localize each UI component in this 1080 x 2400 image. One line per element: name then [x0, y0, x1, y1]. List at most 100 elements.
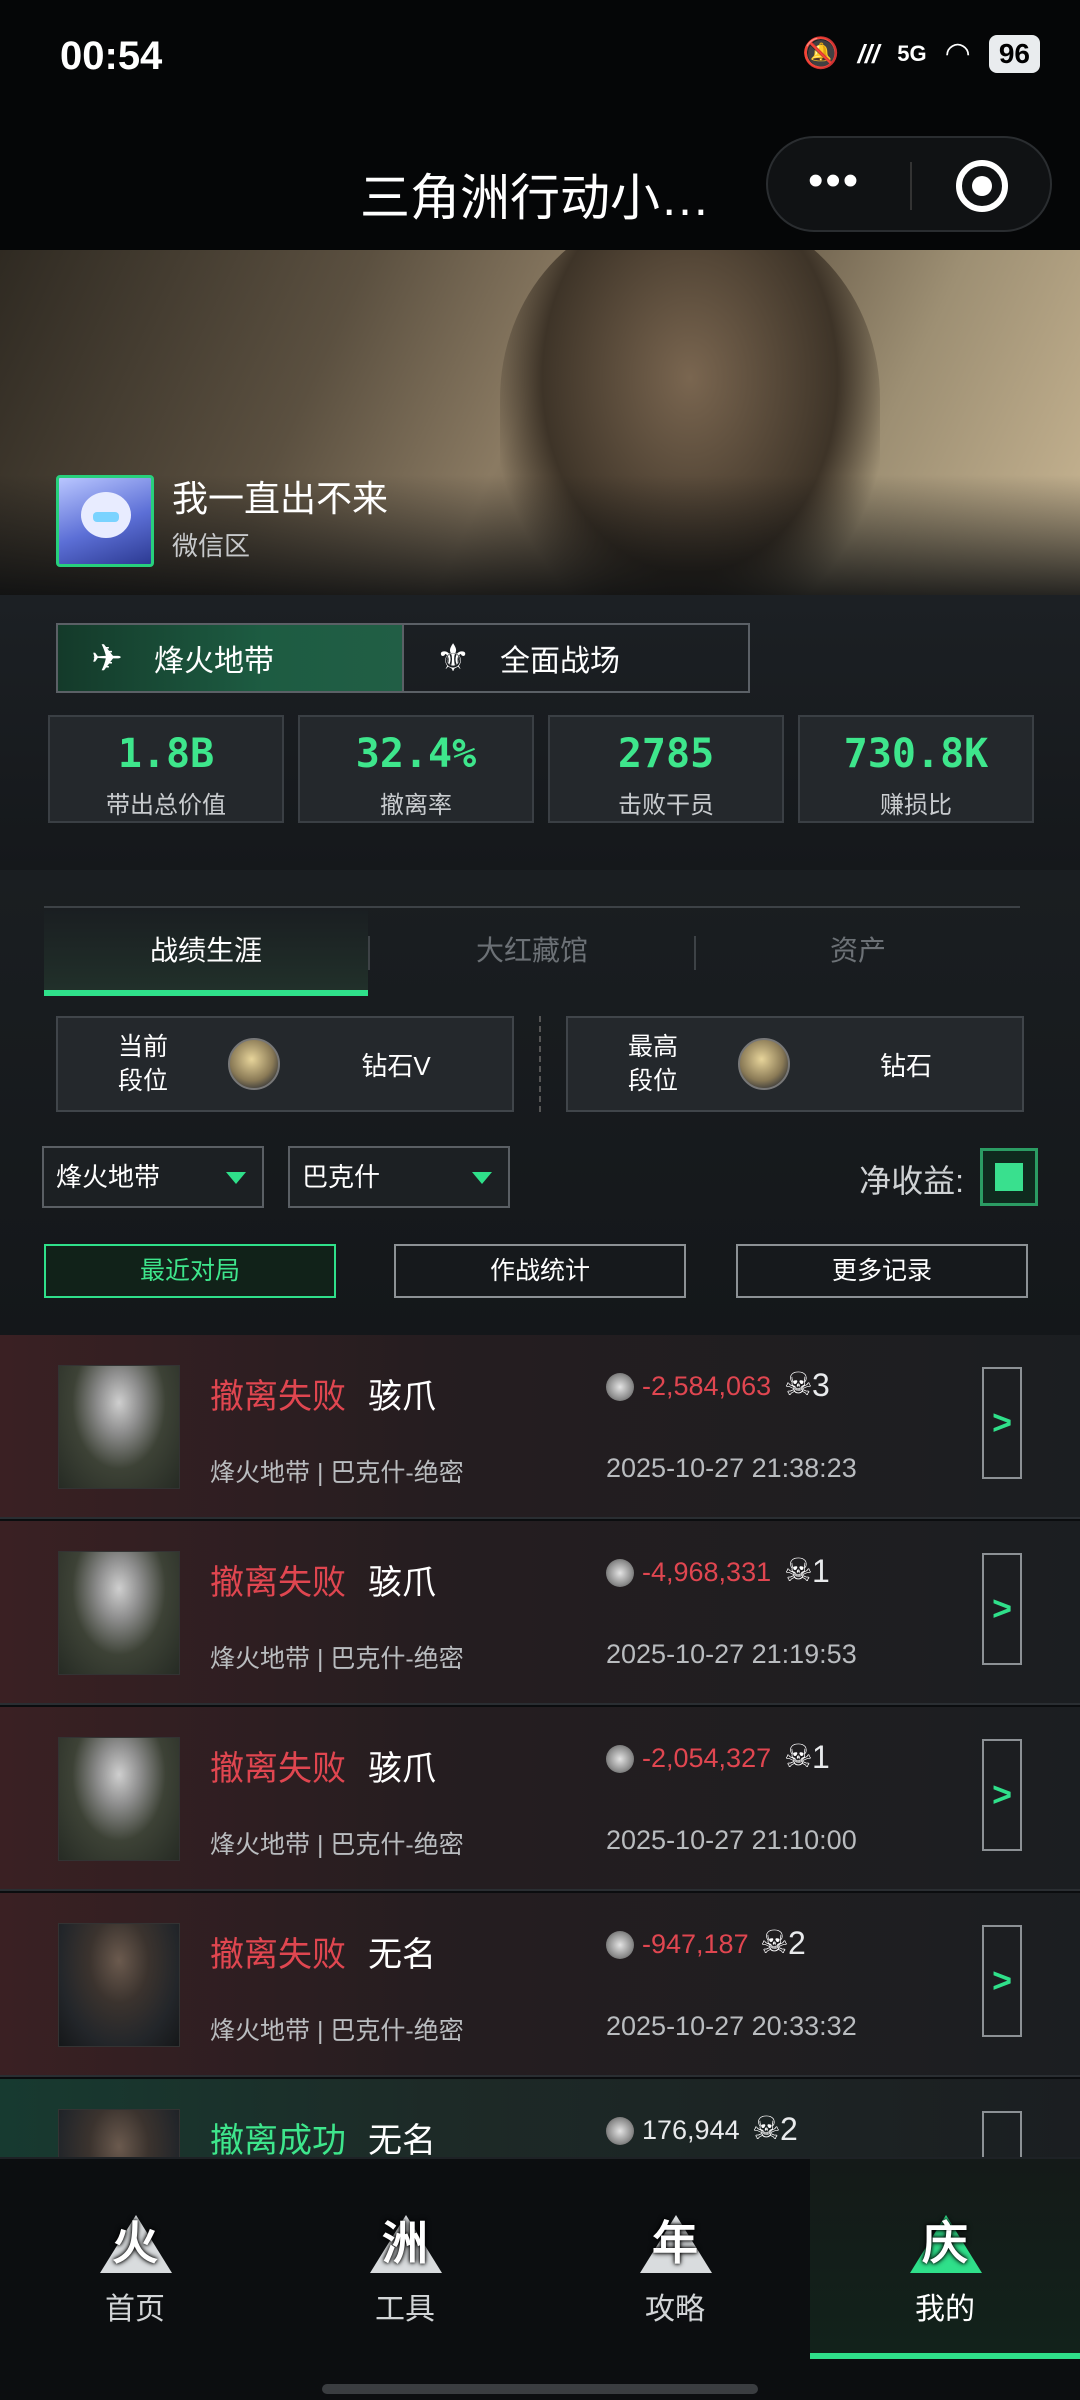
tab-mode-fenghuo[interactable]: ✈ 烽火地带	[58, 625, 404, 691]
stat-label: 赚损比	[880, 792, 952, 819]
filter-row: 烽火地带 巴克什 净收益:	[42, 1146, 1038, 1210]
rank-label-line2: 段位	[117, 1067, 168, 1095]
title-bar: 三角洲行动小… •••	[0, 120, 1080, 250]
close-target-icon[interactable]	[956, 160, 1008, 212]
user-name: 我一直出不来	[172, 478, 389, 519]
coin-icon	[606, 1931, 634, 1959]
record-map: 烽火地带 | 巴克什-绝密	[210, 1645, 464, 1673]
section-tabs: 战绩生涯 大红藏馆 资产	[44, 906, 1020, 996]
highest-rank-card: 最高 段位 钻石	[566, 1016, 1024, 1112]
status-time: 00:54	[60, 34, 163, 78]
record-kills: 3	[812, 1367, 830, 1403]
wifi-icon: ◠	[944, 37, 971, 70]
tab-assets[interactable]: 资产	[696, 908, 1020, 996]
record-value: -2,584,063	[642, 1371, 772, 1401]
profile-triangle-icon: 庆	[900, 2199, 990, 2273]
current-rank-card: 当前 段位 钻石V	[56, 1016, 514, 1112]
mute-icon: 🔕	[802, 37, 840, 70]
stat-value: 730.8K	[843, 731, 989, 777]
nav-item-guide[interactable]: 年 攻略	[540, 2159, 810, 2359]
record-detail-button[interactable]	[982, 2111, 1022, 2157]
status-bar: 00:54 🔕 /// 5G ◠ 96	[0, 0, 1080, 120]
record-time: 2025-10-27 20:33:32	[606, 2011, 857, 2041]
record-value: -947,187	[642, 1929, 749, 1959]
record-detail-button[interactable]: >	[982, 1553, 1022, 1665]
highest-rank-value: 钻石	[879, 1050, 932, 1081]
hd-icon: ///	[857, 39, 880, 69]
record-kills: 2	[780, 2111, 798, 2147]
record-operator: 无名	[368, 1936, 436, 1974]
record-status: 撤离成功	[210, 2122, 346, 2157]
record-operator: 骇爪	[368, 1750, 436, 1788]
more-records-button[interactable]: 更多记录	[736, 1244, 1028, 1298]
tab-collection[interactable]: 大红藏馆	[370, 908, 694, 996]
skull-icon: ☠	[784, 1366, 813, 1402]
nav-glyph: 年	[652, 2217, 698, 2269]
record-row[interactable]: 撤离失败 无名 烽火地带 | 巴克什-绝密 -947,187 ☠ 2 2025-…	[0, 1893, 1080, 2077]
record-row[interactable]: 撤离失败 骇爪 烽火地带 | 巴克什-绝密 -2,054,327 ☠ 1 202…	[0, 1707, 1080, 1891]
skull-icon: ☠	[784, 1552, 813, 1588]
record-buttons: 最近对局 作战统计 更多记录	[44, 1244, 1028, 1298]
record-operator: 无名	[368, 2122, 436, 2157]
record-operator: 骇爪	[368, 1378, 436, 1416]
record-value: 176,944	[642, 2115, 740, 2145]
avatar[interactable]	[56, 475, 154, 567]
record-detail-button[interactable]: >	[982, 1925, 1022, 2037]
stat-grid: 1.8B 带出总价值 32.4% 撤离率 2785 击败干员 730.8K 赚损…	[48, 715, 1034, 823]
home-indicator	[322, 2384, 758, 2394]
rank-label-line1: 当前	[117, 1033, 168, 1061]
tab-career[interactable]: 战绩生涯	[44, 908, 368, 996]
mode-select[interactable]: 烽火地带	[42, 1146, 264, 1208]
record-time: 2025-10-27 21:19:53	[606, 1639, 857, 1669]
chevron-down-icon	[226, 1172, 246, 1184]
record-row[interactable]: 撤离失败 骇爪 烽火地带 | 巴克什-绝密 -2,584,063 ☠ 3 202…	[0, 1335, 1080, 1519]
more-icon[interactable]: •••	[808, 156, 860, 206]
stat-profit-ratio: 730.8K 赚损比	[798, 715, 1034, 823]
record-kills: 1	[812, 1739, 830, 1775]
nav-item-home[interactable]: 火 首页	[0, 2159, 270, 2359]
coin-icon	[606, 1559, 634, 1587]
record-row[interactable]: 撤离失败 骇爪 烽火地带 | 巴克什-绝密 -4,968,331 ☠ 1 202…	[0, 1521, 1080, 1705]
skull-icon: ☠	[784, 1738, 813, 1774]
battle-stats-button[interactable]: 作战统计	[394, 1244, 686, 1298]
operator-portrait	[58, 1923, 180, 2047]
chevron-down-icon	[472, 1172, 492, 1184]
skull-icon: ☠	[752, 2110, 781, 2146]
stat-label: 击败干员	[618, 792, 714, 819]
rank-divider	[539, 1016, 541, 1112]
nav-label: 工具	[375, 2293, 435, 2326]
battery-icon: 96	[988, 35, 1040, 73]
record-status: 撤离失败	[210, 1378, 346, 1416]
nav-glyph: 火	[112, 2217, 158, 2269]
recent-matches-button[interactable]: 最近对局	[44, 1244, 336, 1298]
map-select-value: 巴克什	[302, 1162, 381, 1192]
record-status: 撤离失败	[210, 1564, 346, 1602]
map-select[interactable]: 巴克什	[288, 1146, 510, 1208]
stat-label: 撤离率	[380, 792, 452, 819]
main-section: 战绩生涯 大红藏馆 资产 当前 段位 钻石V 最高 段位 钻石 烽火地带 巴克什…	[0, 870, 1080, 1335]
record-detail-button[interactable]: >	[982, 1739, 1022, 1851]
record-detail-button[interactable]: >	[982, 1367, 1022, 1479]
stat-value: 32.4%	[355, 731, 477, 777]
mode-select-value: 烽火地带	[56, 1162, 161, 1192]
stat-kills: 2785 击败干员	[548, 715, 784, 823]
stat-value: 2785	[617, 731, 715, 777]
nav-label: 我的	[915, 2293, 975, 2326]
tab-mode-quanmian[interactable]: ⚜ 全面战场	[404, 625, 748, 691]
bottom-nav: 火 首页 洲 工具 年 攻略 庆 我的	[0, 2157, 1080, 2400]
nav-glyph: 庆	[922, 2217, 968, 2269]
rank-label: 最高 段位	[568, 1030, 738, 1098]
coin-icon	[606, 2117, 634, 2145]
net-income-checkbox[interactable]	[980, 1148, 1038, 1206]
operator-portrait	[58, 1551, 180, 1675]
record-row[interactable]: 撤离成功 无名 176,944 ☠ 2	[0, 2079, 1080, 2157]
tab-label: 烽火地带	[154, 645, 274, 678]
nav-item-tools[interactable]: 洲 工具	[270, 2159, 540, 2359]
skull-icon: ☠	[760, 1924, 789, 1960]
stat-extract-rate: 32.4% 撤离率	[298, 715, 534, 823]
record-map: 烽火地带 | 巴克什-绝密	[210, 1831, 464, 1859]
user-region: 微信区	[172, 531, 251, 561]
rank-row: 当前 段位 钻石V 最高 段位 钻石	[56, 1016, 1024, 1112]
guide-triangle-icon: 年	[630, 2199, 720, 2273]
nav-item-profile[interactable]: 庆 我的	[810, 2159, 1080, 2359]
